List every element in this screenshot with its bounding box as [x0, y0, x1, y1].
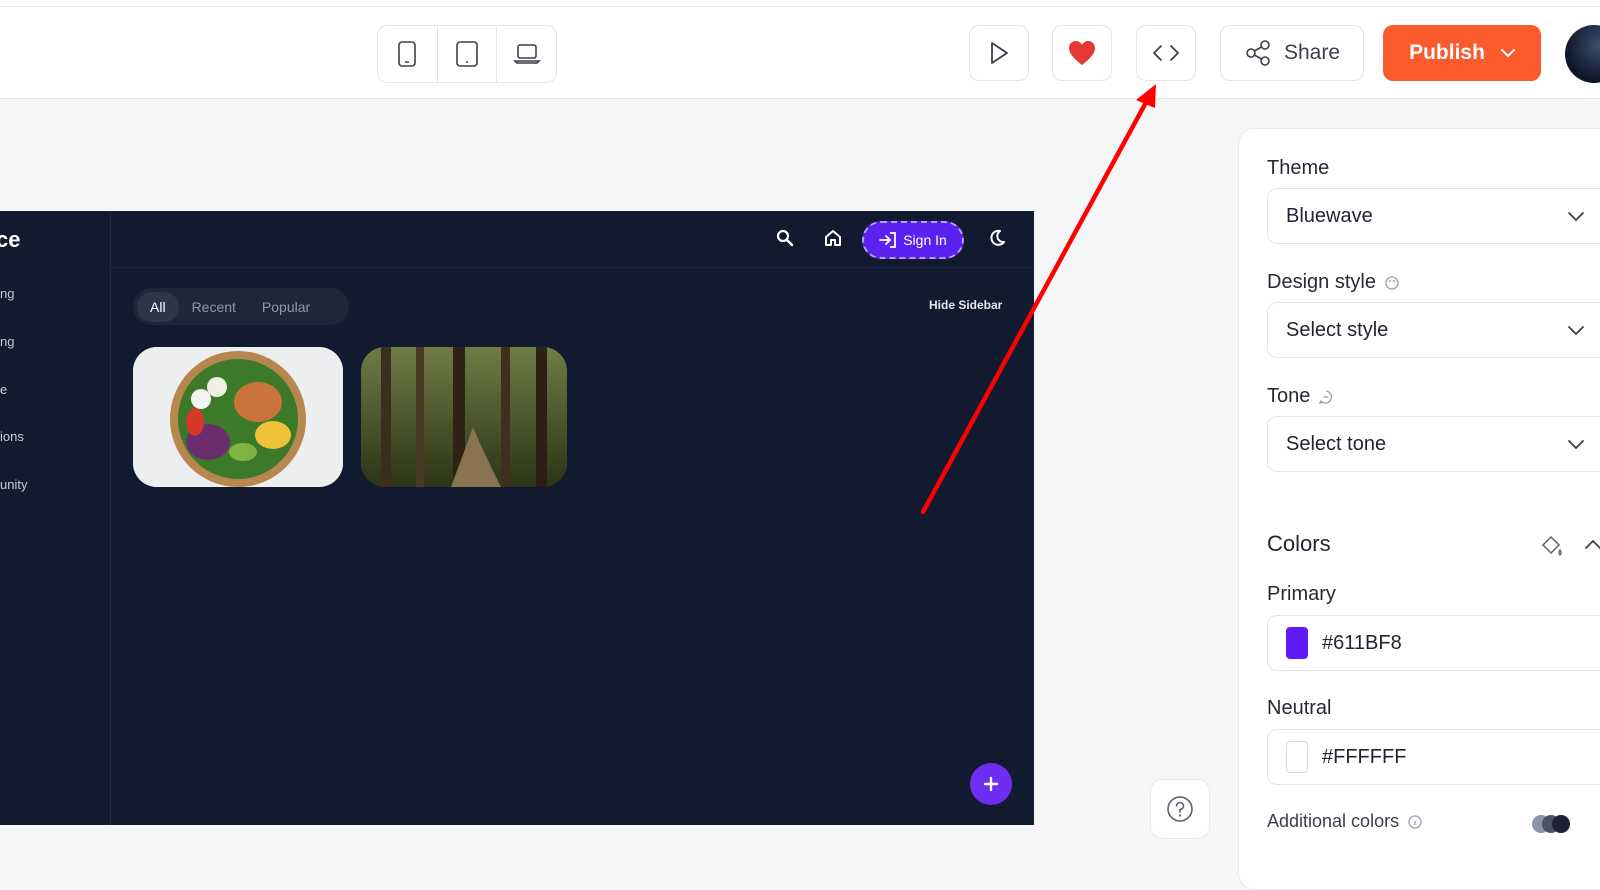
- tab-all[interactable]: All: [137, 291, 179, 322]
- tone-select[interactable]: Select tone: [1267, 416, 1600, 472]
- preview-sidebar-item[interactable]: ions: [0, 429, 24, 444]
- preview-brand: ce: [0, 227, 21, 252]
- sign-in-button[interactable]: Sign In: [862, 221, 964, 259]
- chevron-down-icon: [1568, 326, 1584, 336]
- chevron-down-icon: [1568, 440, 1584, 450]
- preview-sidebar-item[interactable]: unity: [0, 477, 27, 492]
- primary-color-label-text: Primary: [1267, 583, 1336, 605]
- neutral-color-field[interactable]: #FFFFFF: [1267, 729, 1600, 785]
- neutral-color-label: Neutral: [1267, 697, 1331, 720]
- publish-label: Publish: [1409, 41, 1485, 64]
- moon-icon[interactable]: [986, 227, 1008, 249]
- tablet-icon: [456, 41, 478, 67]
- publish-button[interactable]: Publish: [1383, 25, 1541, 81]
- tone-label-text: Tone: [1267, 385, 1311, 407]
- device-switcher: [377, 25, 557, 83]
- play-icon: [991, 42, 1008, 64]
- preview-sidebar-item[interactable]: ng: [0, 286, 14, 301]
- design-style-label: Design style: [1267, 271, 1400, 294]
- colors-section-title: Colors: [1267, 531, 1331, 556]
- add-fab-button[interactable]: [970, 763, 1012, 805]
- user-avatar[interactable]: [1565, 25, 1600, 83]
- primary-color-swatch[interactable]: [1286, 627, 1308, 659]
- tab-recent[interactable]: Recent: [179, 292, 249, 322]
- plus-icon: [983, 776, 999, 792]
- theme-select[interactable]: Bluewave: [1267, 188, 1600, 244]
- share-icon: [1246, 40, 1270, 66]
- design-style-select[interactable]: Select style: [1267, 302, 1600, 358]
- theme-select-value: Bluewave: [1286, 204, 1373, 227]
- theme-label-text: Theme: [1267, 157, 1330, 179]
- additional-colors-label-text: Additional colors: [1267, 811, 1400, 831]
- design-style-select-value: Select style: [1286, 318, 1389, 341]
- heart-icon: [1069, 41, 1095, 65]
- neutral-color-value: #FFFFFF: [1322, 745, 1407, 768]
- food-bowl-image: [133, 347, 343, 487]
- laptop-view-button[interactable]: [497, 26, 556, 82]
- play-preview-button[interactable]: [969, 25, 1029, 81]
- code-icon: [1153, 45, 1179, 61]
- primary-color-field[interactable]: #611BF8: [1267, 615, 1600, 671]
- laptop-icon: [512, 44, 541, 64]
- neutral-color-swatch[interactable]: [1286, 741, 1308, 773]
- food-bowl-image-card[interactable]: [133, 347, 343, 487]
- favorite-button[interactable]: [1052, 25, 1112, 81]
- chevron-down-icon: [1568, 212, 1584, 222]
- sign-in-label: Sign In: [903, 232, 947, 248]
- tone-label: Tone: [1267, 385, 1334, 408]
- preview-sidebar-item[interactable]: ng: [0, 334, 14, 349]
- sign-in-icon: [879, 232, 897, 248]
- search-icon[interactable]: [774, 227, 796, 249]
- tone-select-value: Select tone: [1286, 432, 1387, 455]
- mobile-view-button[interactable]: [378, 26, 438, 82]
- chevron-up-icon[interactable]: [1583, 535, 1600, 555]
- mobile-icon: [398, 41, 417, 67]
- chat-icon: [1319, 389, 1333, 404]
- share-label: Share: [1283, 41, 1341, 64]
- hide-sidebar-link[interactable]: Hide Sidebar: [929, 298, 1002, 312]
- preview-sidebar-item[interactable]: e: [0, 382, 7, 397]
- neutral-color-label-text: Neutral: [1267, 697, 1332, 719]
- top-divider: [0, 6, 1600, 7]
- primary-color-label: Primary: [1267, 583, 1336, 606]
- preview-sidebar: ce ng ng e ions unity: [0, 211, 111, 825]
- settings-panel: Theme Bluewave Design style Select style…: [1238, 128, 1600, 890]
- home-icon[interactable]: [822, 227, 844, 249]
- top-toolbar: Share Publish: [0, 0, 1600, 99]
- tab-popular[interactable]: Popular: [249, 292, 323, 322]
- design-style-label-text: Design style: [1267, 271, 1376, 293]
- forest-image-card[interactable]: [361, 347, 567, 487]
- info-icon: [1408, 814, 1422, 829]
- primary-color-value: #611BF8: [1322, 631, 1402, 654]
- site-preview: ce ng ng e ions unity Sign In All Recent…: [0, 211, 1034, 825]
- preview-filter-tabs: All Recent Popular: [133, 288, 349, 325]
- forest-image: [361, 347, 567, 487]
- palette-icon: [1385, 275, 1399, 290]
- question-icon: [1167, 796, 1193, 822]
- help-button[interactable]: [1150, 779, 1210, 839]
- code-view-button[interactable]: [1136, 25, 1196, 81]
- theme-label: Theme: [1267, 157, 1329, 180]
- tablet-view-button[interactable]: [438, 26, 498, 82]
- chevron-down-icon: [1500, 48, 1515, 57]
- additional-colors-label: Additional colors: [1267, 811, 1423, 832]
- additional-colors-swatches[interactable]: [1531, 812, 1571, 836]
- paint-bucket-icon[interactable]: [1539, 533, 1565, 559]
- share-button[interactable]: Share: [1220, 25, 1364, 81]
